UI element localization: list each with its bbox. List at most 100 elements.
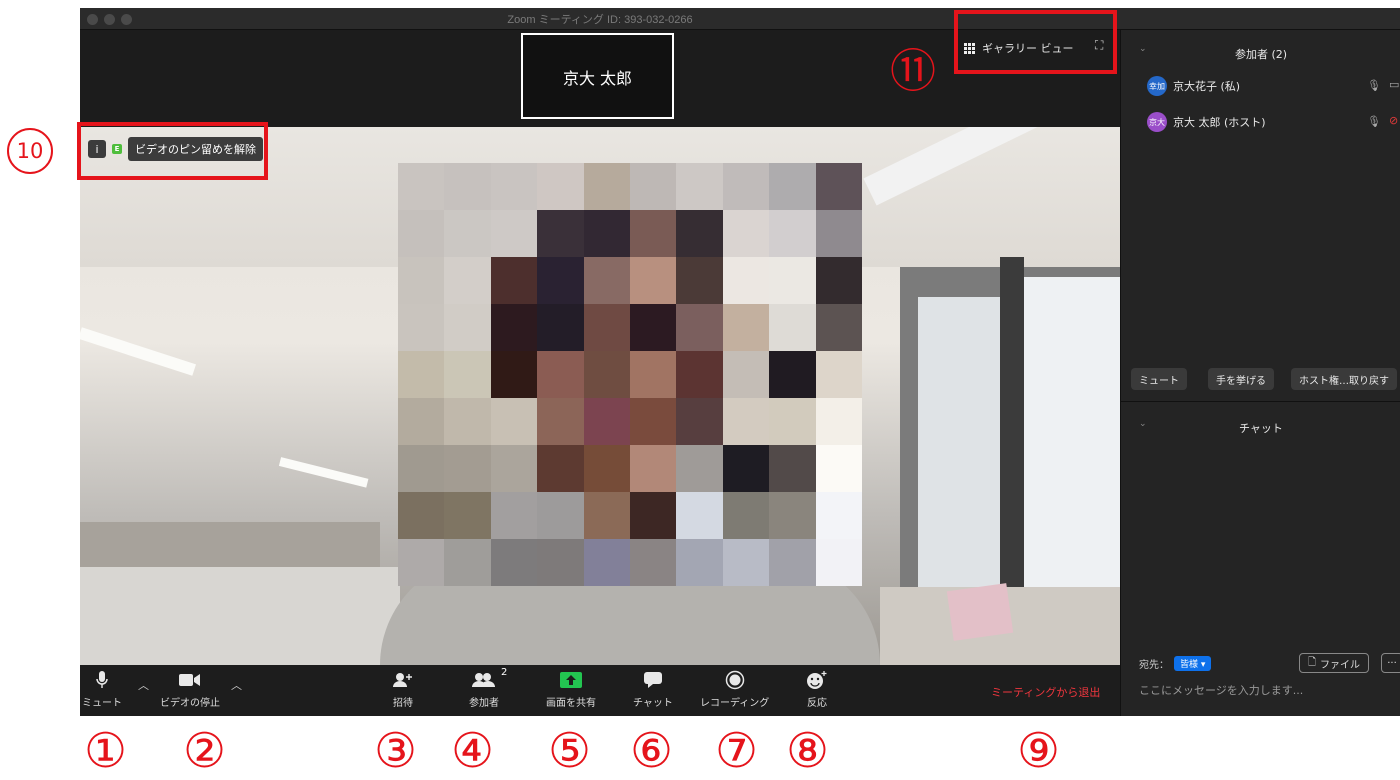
mosaic-cell — [444, 210, 491, 257]
share-screen-icon — [560, 669, 582, 691]
chat-button[interactable]: チャット — [633, 669, 673, 709]
invite-label: 招待 — [393, 698, 413, 709]
mosaic-cell — [537, 257, 584, 304]
mute-all-button[interactable]: ミュート — [1131, 368, 1187, 390]
mosaic-cell — [490, 163, 538, 210]
mosaic-cell — [444, 398, 491, 445]
zoom-window: Zoom ミーティング ID: 393-032-0266 京大 太郎 ギャラリー… — [80, 8, 1400, 716]
reactions-button[interactable]: 反応 — [806, 669, 828, 709]
speaker-name: 京大 太郎 — [562, 69, 633, 88]
partition-panel — [80, 567, 400, 665]
mosaic-cell — [769, 163, 816, 210]
mosaic-cell — [583, 351, 630, 398]
mosaic-cell — [444, 304, 491, 351]
mosaic-cell — [815, 210, 862, 257]
mosaic-cell — [537, 210, 584, 257]
mosaic-cell — [630, 492, 677, 539]
record-label: レコーディング — [700, 698, 770, 709]
file-button[interactable]: 🗋 ファイル — [1299, 653, 1370, 673]
camera-icon — [179, 669, 201, 691]
mosaic-cell — [444, 163, 491, 210]
annotation-number-1: ① — [84, 723, 128, 779]
mosaic-cell — [398, 304, 445, 351]
chat-message-input[interactable] — [1139, 684, 1389, 697]
annotation-number-3: ③ — [374, 723, 418, 779]
stop-video-button[interactable]: ビデオの停止 — [160, 669, 220, 709]
mosaic-cell — [398, 351, 445, 398]
annotation-number-8: ⑧ — [786, 723, 830, 779]
mosaic-cell — [676, 445, 723, 492]
stop-video-label: ビデオの停止 — [160, 698, 220, 709]
mosaic-cell — [537, 398, 584, 445]
mosaic-cell — [676, 539, 723, 586]
mosaic-cell — [398, 210, 445, 257]
mosaic-cell — [583, 445, 630, 492]
participant-row[interactable]: 幸加 京大花子 (私) — [1147, 76, 1240, 96]
mosaic-cell — [676, 351, 723, 398]
mosaic-cell — [490, 210, 538, 257]
mosaic-cell — [815, 351, 862, 398]
record-icon — [725, 669, 745, 691]
share-screen-button[interactable]: 画面を共有 — [546, 669, 596, 709]
mosaic-cell — [444, 492, 491, 539]
mosaic-cell — [537, 445, 584, 492]
more-options-button[interactable]: ··· — [1381, 653, 1400, 673]
audio-options-caret-icon[interactable]: ︿ — [138, 677, 149, 693]
participant-row[interactable]: 京大 京大 太郎 (ホスト) — [1147, 112, 1266, 132]
video-area: i E ビデオのピン留めを解除 — [80, 127, 1120, 665]
mosaic-cell — [722, 398, 770, 445]
mosaic-cell — [722, 257, 770, 304]
paper-bag — [946, 583, 1014, 641]
mosaic-cell — [490, 492, 538, 539]
mosaic-cell — [769, 257, 816, 304]
raise-hand-button[interactable]: 手を挙げる — [1208, 368, 1274, 390]
chat-to-label: 宛先： — [1139, 660, 1169, 671]
ceiling-light — [278, 457, 369, 488]
mosaic-cell — [490, 398, 538, 445]
reclaim-host-button[interactable]: ホスト権…取り戻す — [1291, 368, 1397, 390]
mosaic-cell — [630, 398, 677, 445]
video-options-caret-icon[interactable]: ︿ — [231, 677, 242, 693]
leave-meeting-button[interactable]: ミーティングから退出 — [991, 684, 1100, 700]
participants-button[interactable]: 2 参加者 — [469, 667, 507, 709]
mosaic-cell — [722, 445, 770, 492]
mosaic-cell — [490, 539, 538, 586]
avatar: 幸加 — [1147, 76, 1167, 96]
record-button[interactable]: レコーディング — [700, 669, 769, 709]
mute-button[interactable]: ミュート — [82, 669, 122, 709]
mosaic-cell — [630, 539, 677, 586]
annotation-number-4: ④ — [451, 723, 495, 779]
participants-label: 参加者 — [469, 698, 499, 709]
mosaic-cell — [769, 539, 816, 586]
mosaic-cell — [444, 539, 491, 586]
mosaic-cell — [676, 304, 723, 351]
microphone-icon — [95, 669, 109, 691]
mosaic-cell — [722, 163, 770, 210]
mosaic-face — [398, 163, 862, 586]
mosaic-cell — [815, 445, 862, 492]
chat-recipient-row: 宛先： 皆様 ▾ — [1139, 656, 1212, 671]
people-icon: 2 — [472, 667, 507, 691]
meeting-toolbar: ミュート ︿ ビデオの停止 ︿ 招待 2 参加者 画面を共有 チャット レコーデ… — [80, 665, 1120, 716]
file-button-label: ファイル — [1320, 659, 1361, 671]
invite-button[interactable]: 招待 — [393, 669, 413, 709]
mosaic-cell — [490, 257, 538, 304]
mosaic-cell — [537, 539, 584, 586]
camera-icon: ▭ — [1389, 78, 1400, 91]
mosaic-cell — [537, 492, 584, 539]
mosaic-cell — [490, 445, 538, 492]
participants-panel-title: 参加者 (2) — [1234, 48, 1288, 61]
chat-recipient-select[interactable]: 皆様 ▾ — [1174, 656, 1212, 671]
emoji-add-icon — [806, 669, 828, 691]
mosaic-cell — [722, 492, 770, 539]
speaker-thumbnail[interactable]: 京大 太郎 — [521, 33, 674, 119]
mosaic-cell — [769, 445, 816, 492]
annotation-number-2: ② — [183, 723, 227, 779]
reactions-label: 反応 — [807, 698, 827, 709]
annotation-number-11: ⑪ — [890, 44, 936, 98]
annotation-number-5: ⑤ — [548, 723, 592, 779]
participant-name: 京大花子 (私) — [1173, 80, 1241, 93]
mosaic-cell — [583, 492, 630, 539]
panel-divider — [1121, 401, 1400, 402]
mosaic-cell — [676, 492, 723, 539]
